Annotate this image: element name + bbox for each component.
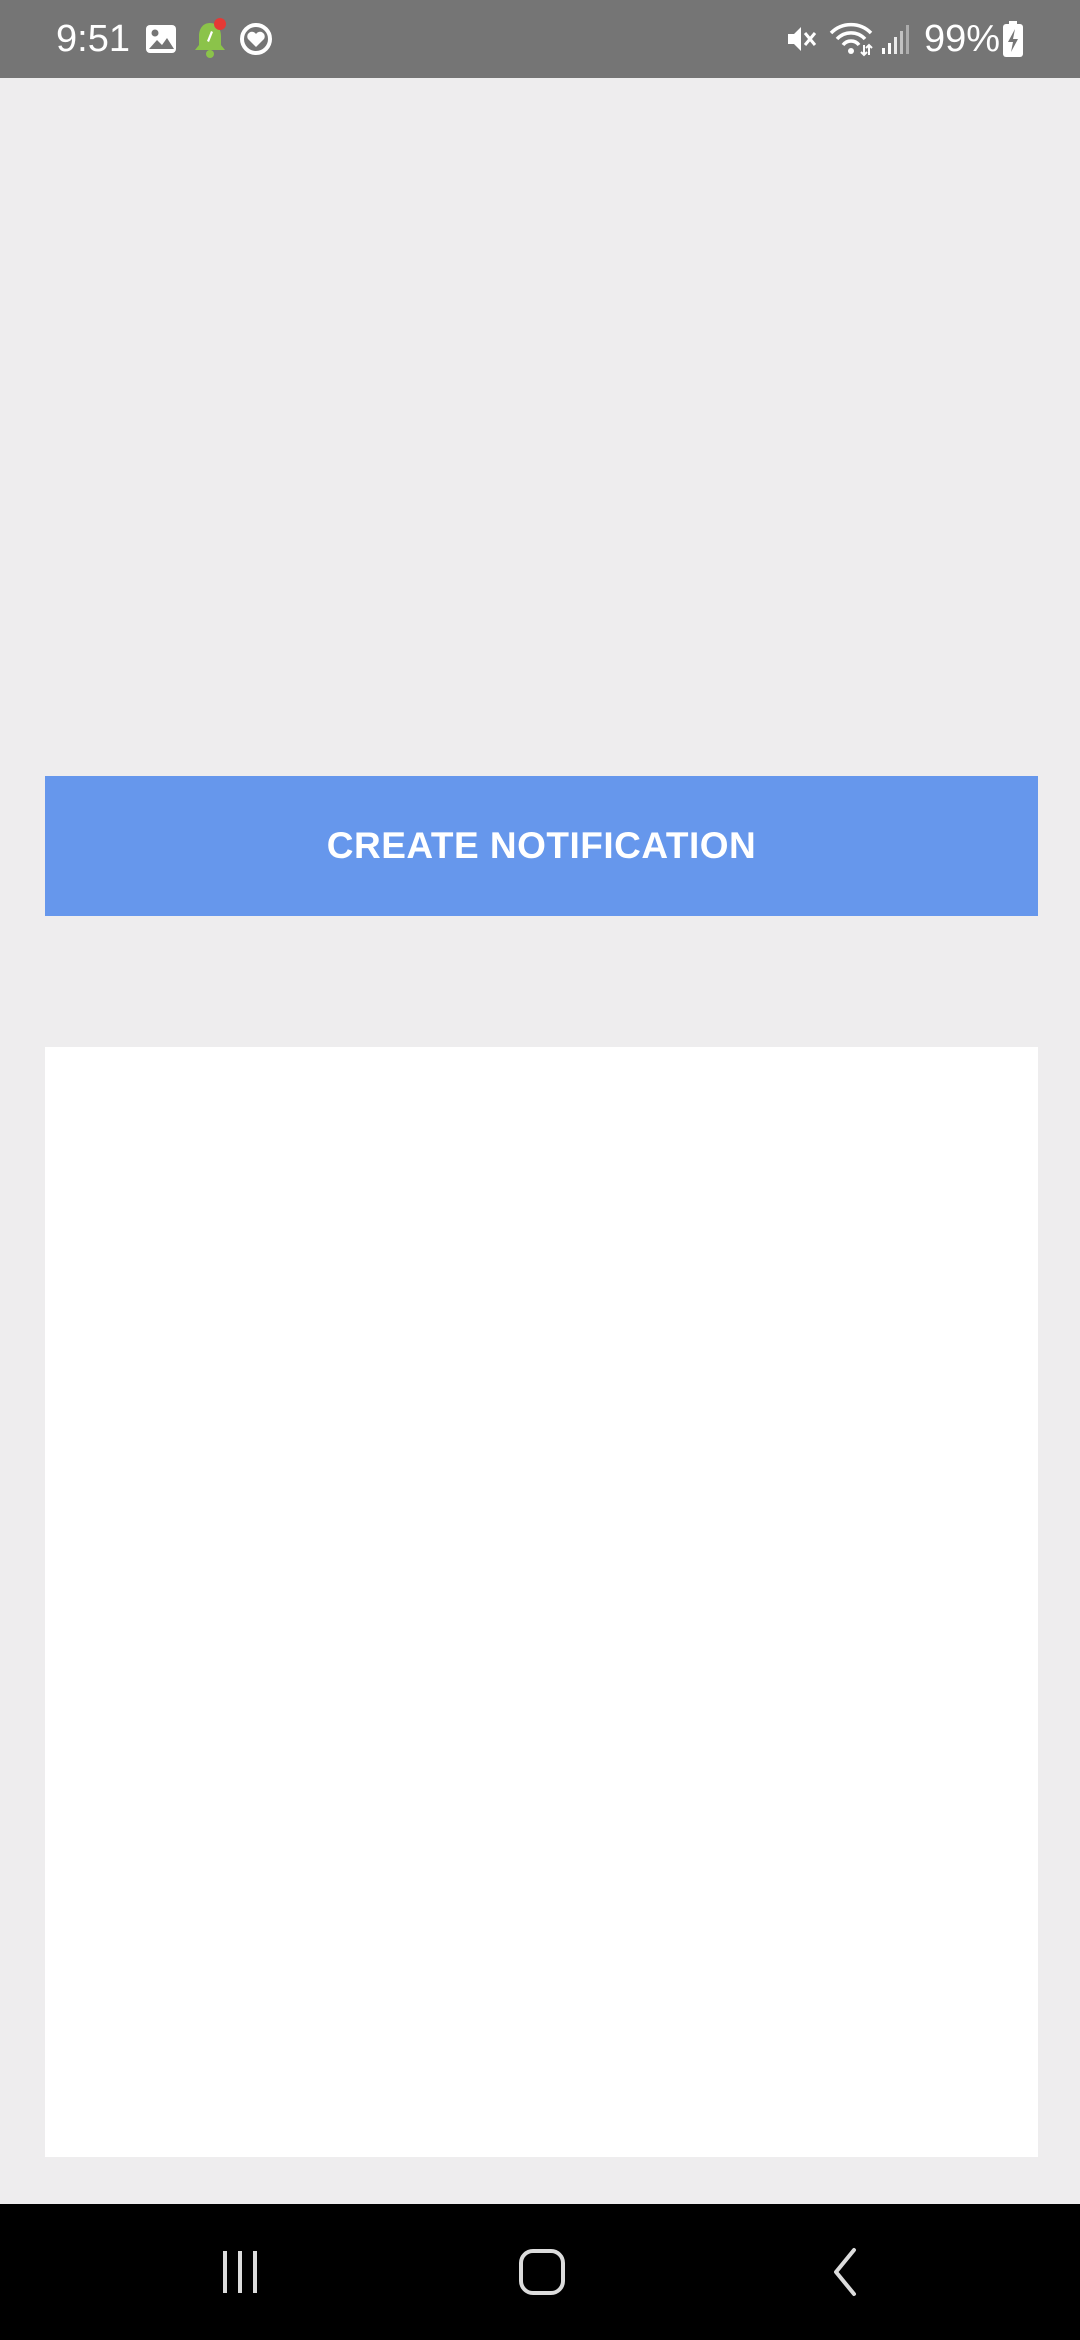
back-icon[interactable] bbox=[786, 2204, 906, 2340]
status-bar: 9:51 99% bbox=[0, 0, 1080, 78]
create-notification-button-label: CREATE NOTIFICATION bbox=[326, 825, 757, 866]
mute-icon bbox=[782, 0, 818, 78]
navigation-bar bbox=[0, 2204, 1080, 2340]
create-notification-button[interactable]: CREATE NOTIFICATION bbox=[45, 776, 1038, 916]
signal-icon bbox=[880, 0, 912, 78]
content-panel bbox=[45, 1047, 1038, 2157]
image-icon bbox=[144, 0, 178, 78]
recent-apps-icon[interactable] bbox=[180, 2204, 300, 2340]
battery-charging-icon bbox=[1002, 0, 1024, 78]
home-icon[interactable] bbox=[482, 2204, 602, 2340]
battery-percent: 99% bbox=[924, 18, 1001, 60]
status-time: 9:51 bbox=[56, 18, 130, 60]
wifi-icon bbox=[828, 0, 874, 78]
notification-bell-icon bbox=[190, 0, 230, 78]
heart-sync-icon bbox=[238, 0, 274, 78]
